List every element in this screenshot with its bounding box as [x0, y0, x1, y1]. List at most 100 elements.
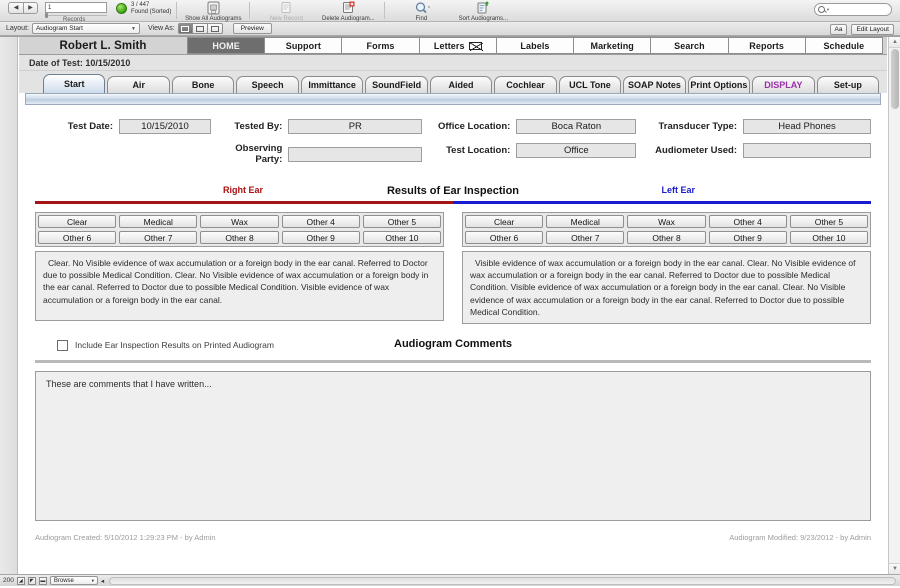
left-ear-other4-button[interactable]: Other 4: [708, 215, 787, 228]
tab-start[interactable]: Start: [43, 74, 106, 93]
left-ear-other10-button[interactable]: Other 10: [789, 231, 869, 244]
left-ear-notes-field[interactable]: Visible evidence of wax accumulation or …: [462, 251, 871, 325]
nav-tab-reports[interactable]: Reports: [728, 37, 806, 54]
sort-audiograms-button[interactable]: Sort Audiograms...: [452, 0, 514, 22]
delete-record-icon: [341, 1, 356, 15]
record-number-input[interactable]: 1: [45, 1, 107, 13]
format-text-button[interactable]: Aa: [829, 23, 848, 35]
edit-layout-button[interactable]: Edit Layout: [851, 23, 894, 35]
tested-by-input[interactable]: PR: [288, 119, 423, 134]
right-ear-other7-button[interactable]: Other 7: [119, 231, 198, 244]
tab-soap-notes-label: SOAP Notes: [628, 80, 681, 90]
toolbar-search[interactable]: ▼: [814, 3, 892, 16]
delete-audiogram-button[interactable]: Delete Audiogram...: [317, 0, 379, 22]
office-location-label: Office Location:: [437, 121, 511, 132]
right-ear-other6-button[interactable]: Other 6: [38, 231, 117, 244]
scroll-up-arrow[interactable]: ▲: [889, 37, 900, 48]
tested-by-label: Tested By:: [234, 121, 283, 132]
status-bar-toggle[interactable]: ◂: [101, 577, 104, 585]
nav-tab-support[interactable]: Support: [265, 37, 343, 54]
office-location-input[interactable]: Boca Raton: [516, 119, 637, 134]
nav-tab-forms[interactable]: Forms: [342, 37, 420, 54]
tab-setup[interactable]: Set-up: [816, 76, 880, 93]
tab-ucl-tone[interactable]: UCL Tone: [558, 76, 622, 93]
tab-print-options[interactable]: Print Options: [687, 76, 751, 93]
nav-tab-home[interactable]: HOME: [187, 37, 266, 54]
nav-tab-labels-label: Labels: [520, 40, 550, 51]
next-record-button[interactable]: ▶: [23, 1, 38, 14]
window-left-gutter: [0, 37, 18, 574]
table-view-icon: [210, 25, 219, 32]
right-ear-other10-button[interactable]: Other 10: [362, 231, 442, 244]
zoom-in-icon[interactable]: ◤: [27, 576, 36, 585]
layout-select[interactable]: Audiogram Start ▼: [31, 23, 140, 34]
tab-display[interactable]: DISPLAY: [752, 76, 815, 93]
layout-bar-right: Aa Edit Layout: [829, 22, 894, 36]
test-date-input[interactable]: 10/15/2010: [119, 119, 211, 134]
mode-select[interactable]: Browse ▼: [49, 576, 98, 585]
right-ear-medical-button[interactable]: Medical: [119, 215, 198, 228]
previous-record-button[interactable]: ◀: [8, 1, 23, 14]
audiometer-used-label: Audiometer Used:: [655, 145, 737, 156]
left-ear-medical-button[interactable]: Medical: [546, 215, 625, 228]
tab-soap-notes[interactable]: SOAP Notes: [623, 76, 686, 93]
left-ear-clear-button[interactable]: Clear: [465, 215, 544, 228]
left-ear-other5-button[interactable]: Other 5: [789, 215, 869, 228]
tab-bone[interactable]: Bone: [171, 76, 235, 93]
right-ear-clear-button[interactable]: Clear: [38, 215, 117, 228]
audiogram-comments-title: Audiogram Comments: [394, 338, 512, 351]
delete-audiogram-label: Delete Audiogram...: [322, 15, 375, 22]
tab-cochlear[interactable]: Cochlear: [494, 76, 557, 93]
left-ear-other9-button[interactable]: Other 9: [708, 231, 787, 244]
scroll-down-arrow[interactable]: ▼: [889, 563, 900, 574]
test-location-input[interactable]: Office: [516, 143, 637, 158]
tab-air[interactable]: Air: [107, 76, 170, 93]
tab-print-options-label: Print Options: [690, 80, 748, 90]
zoom-out-icon[interactable]: ◢: [16, 576, 25, 585]
show-all-audiograms-button[interactable]: Show All Audiograms: [182, 0, 244, 22]
right-ear-other4-button[interactable]: Other 4: [281, 215, 360, 228]
right-ear-label: Right Ear: [223, 185, 264, 195]
view-as-label: View As:: [147, 25, 175, 32]
right-ear-rule: [35, 201, 453, 204]
right-ear-other5-button[interactable]: Other 5: [362, 215, 442, 228]
record-nav-arrows[interactable]: ◀ ▶: [8, 1, 38, 14]
audiometer-used-input[interactable]: [743, 143, 871, 158]
view-as-buttons[interactable]: [177, 23, 223, 34]
left-ear-other7-button[interactable]: Other 7: [546, 231, 625, 244]
toggle-window-icon[interactable]: ▬: [38, 576, 47, 585]
right-ear-other8-button[interactable]: Other 8: [200, 231, 279, 244]
nav-tab-schedule[interactable]: Schedule: [805, 37, 883, 54]
audiogram-comments-field[interactable]: These are comments that I have written..…: [35, 371, 871, 522]
nav-tab-marketing[interactable]: Marketing: [574, 37, 652, 54]
observing-party-label: Observing Party:: [235, 143, 283, 165]
tab-soundfield[interactable]: SoundField: [365, 76, 428, 93]
view-as-table-button[interactable]: [207, 23, 223, 34]
tab-speech[interactable]: Speech: [236, 76, 299, 93]
find-button[interactable]: Find: [390, 0, 452, 22]
observing-party-input[interactable]: [288, 146, 423, 162]
search-input[interactable]: ▼: [814, 3, 892, 16]
right-ear-panel: Clear Medical Wax Other 4 Other 5 Other …: [35, 212, 444, 324]
vertical-scrollbar[interactable]: ▲ ▼: [888, 37, 900, 574]
nav-tab-search[interactable]: Search: [651, 37, 729, 54]
view-as-form-button[interactable]: [177, 23, 193, 34]
nav-tab-labels[interactable]: Labels: [496, 37, 575, 54]
tab-immittance[interactable]: Immittance: [300, 76, 364, 93]
left-ear-other8-button[interactable]: Other 8: [627, 231, 706, 244]
transducer-type-input[interactable]: Head Phones: [743, 119, 871, 134]
field-tested-by: Tested By: PR: [214, 119, 423, 134]
preview-button[interactable]: Preview: [232, 23, 272, 34]
right-ear-notes-field[interactable]: Clear. No Visible evidence of wax accumu…: [35, 251, 444, 321]
view-as-list-button[interactable]: [192, 23, 208, 34]
right-ear-wax-button[interactable]: Wax: [200, 215, 279, 228]
left-ear-other6-button[interactable]: Other 6: [465, 231, 544, 244]
left-ear-wax-button[interactable]: Wax: [627, 215, 706, 228]
record-slider[interactable]: [45, 12, 107, 18]
nav-tab-letters[interactable]: Letters: [419, 37, 497, 54]
tab-aided[interactable]: Aided: [429, 76, 493, 93]
horizontal-scrollbar[interactable]: [109, 576, 896, 585]
field-test-location: Test Location: Office: [422, 143, 641, 158]
scrollbar-thumb[interactable]: [891, 49, 899, 109]
right-ear-other9-button[interactable]: Other 9: [281, 231, 360, 244]
